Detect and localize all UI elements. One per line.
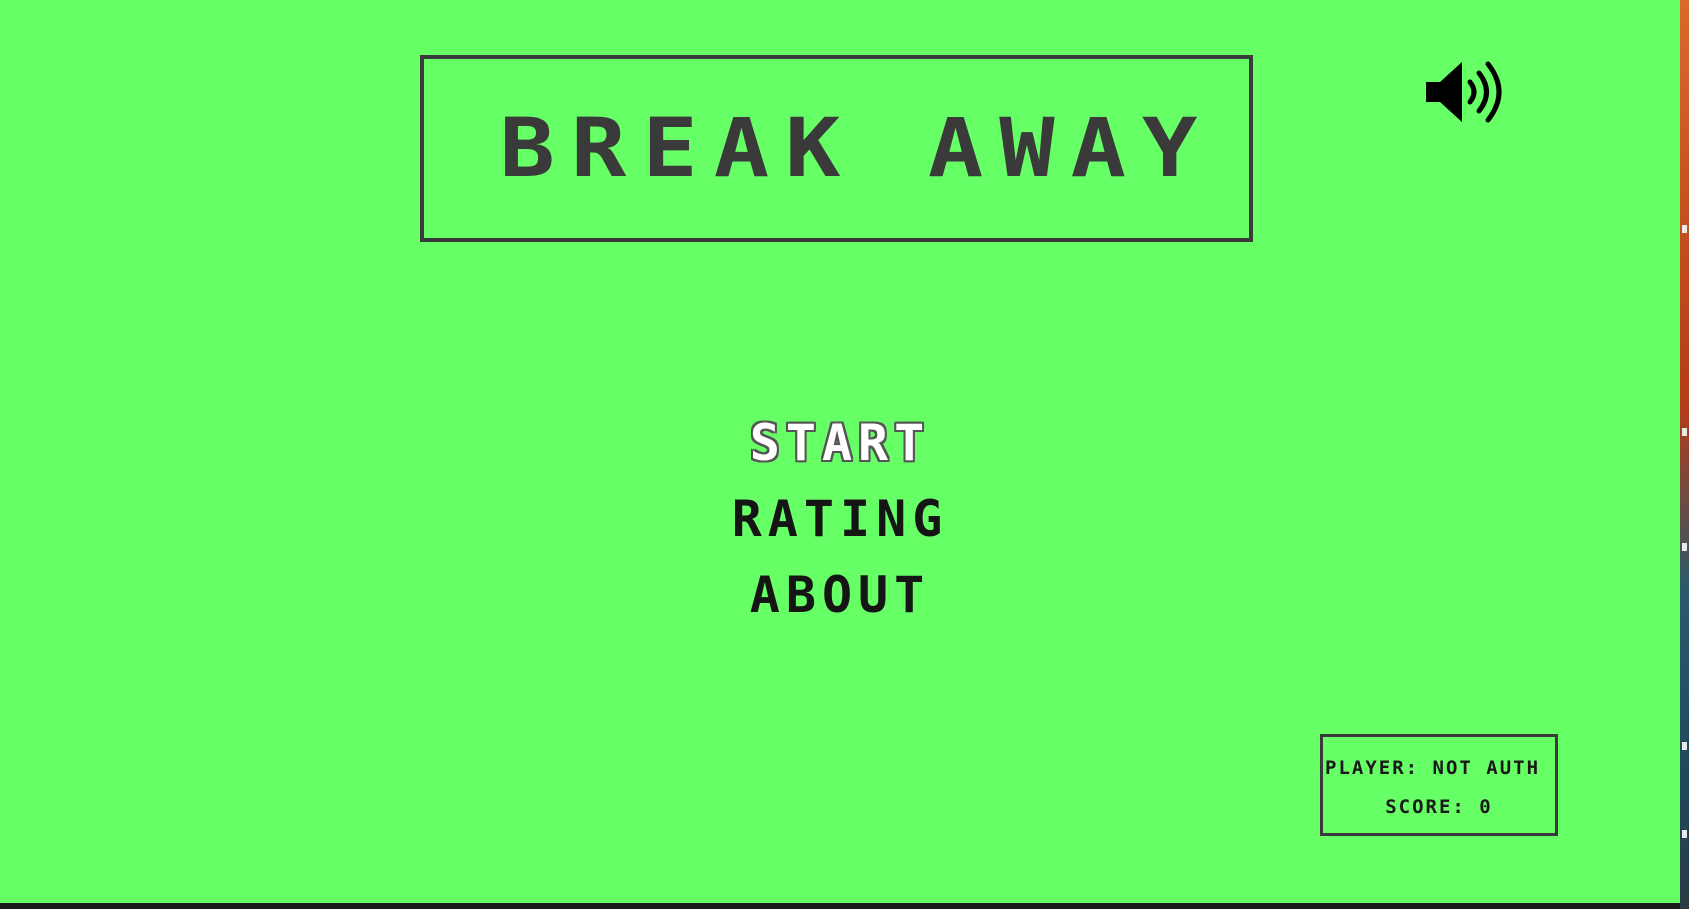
player-auth-status: PLAYER: NOT AUTH [1325,757,1541,779]
game-title: BREAK AWAY [499,101,1214,196]
window-bottom-edge [0,903,1680,909]
game-screen: BREAK AWAY START RATING ABOUT PLAYER: NO… [0,0,1680,903]
speaker-volume-icon [1426,61,1502,123]
main-menu: START RATING ABOUT [600,405,1080,633]
player-score: SCORE: 0 [1385,796,1493,818]
menu-rating[interactable]: RATING [732,481,949,557]
sound-toggle-button[interactable] [1424,58,1508,126]
title-frame: BREAK AWAY [420,55,1253,242]
desktop-edge [1680,0,1689,909]
menu-about[interactable]: ABOUT [750,557,931,633]
player-status-panel: PLAYER: NOT AUTH SCORE: 0 [1320,734,1558,836]
menu-start[interactable]: START [750,405,931,481]
